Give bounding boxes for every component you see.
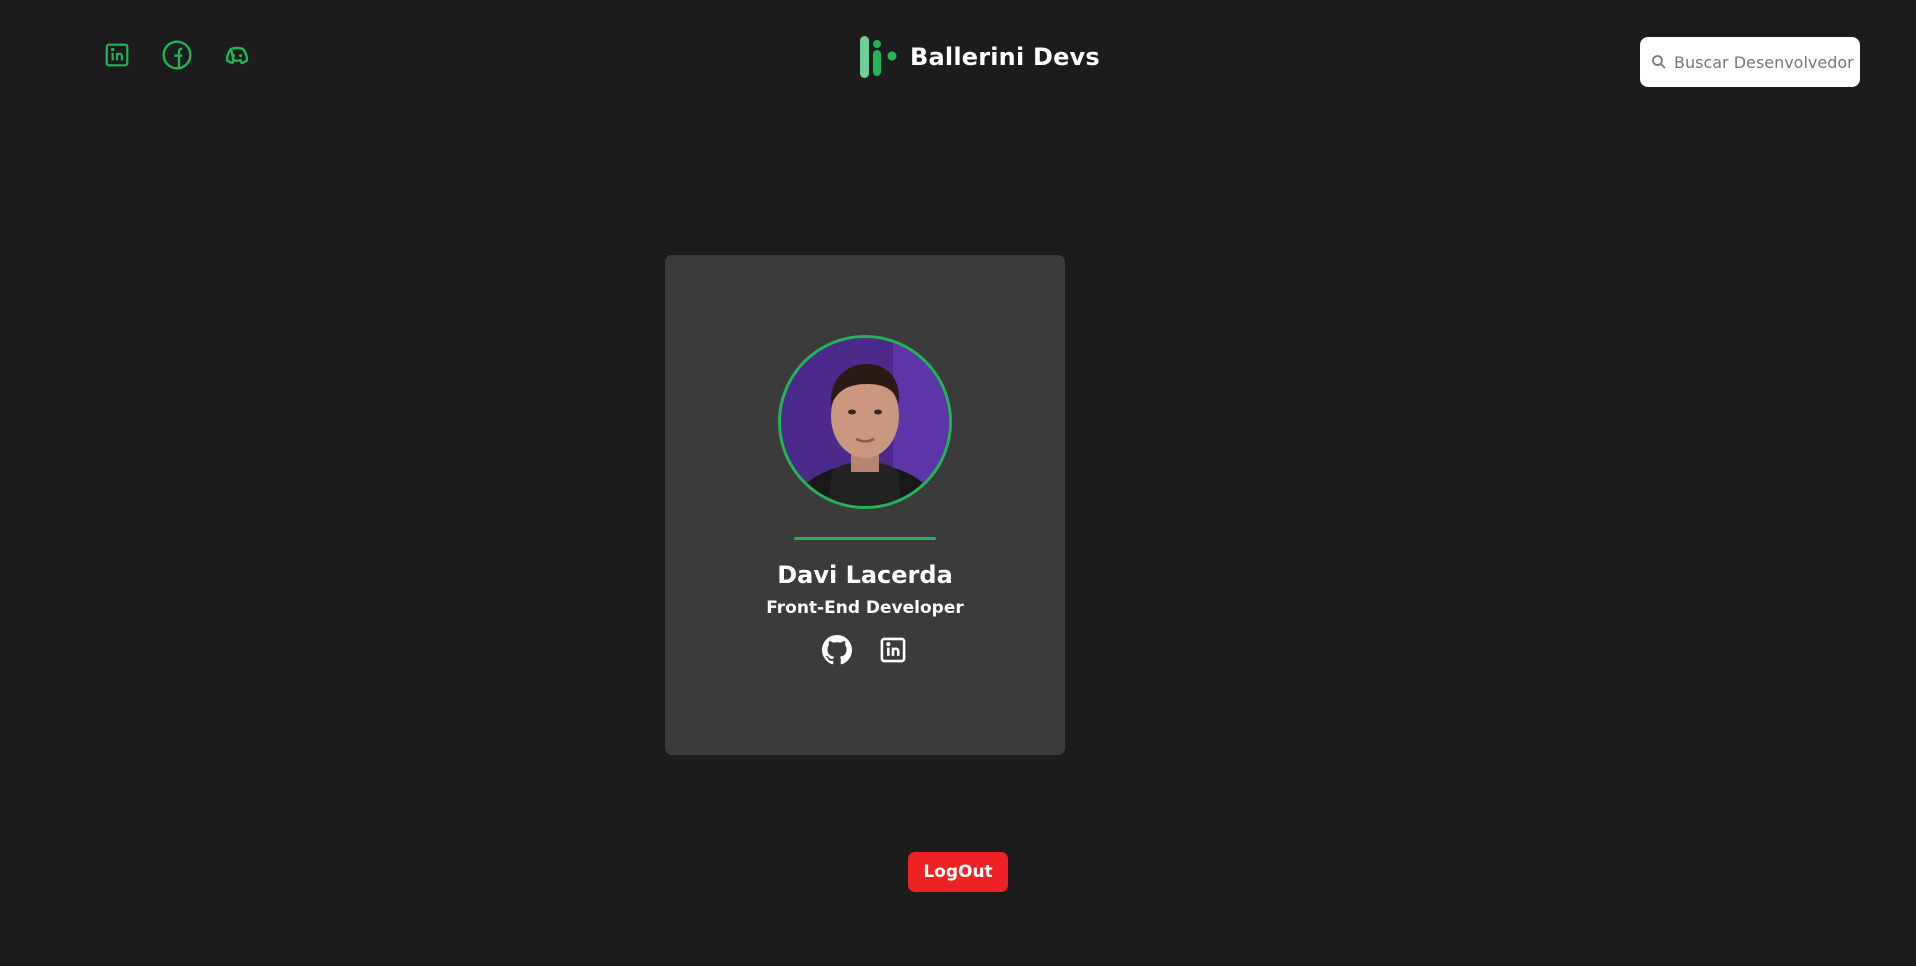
brand[interactable]: Ballerini Devs: [858, 34, 1100, 80]
search-icon: [1652, 55, 1666, 69]
discord-icon[interactable]: [220, 38, 254, 72]
facebook-icon[interactable]: [160, 38, 194, 72]
profile-name: Davi Lacerda: [777, 561, 953, 589]
ballerini-logo: [860, 36, 897, 78]
search-box[interactable]: [1640, 37, 1860, 87]
profile-card: Davi Lacerda Front-End Developer: [665, 255, 1065, 755]
github-icon[interactable]: [822, 635, 852, 665]
linkedin-icon[interactable]: [100, 38, 134, 72]
name-divider: [794, 537, 936, 540]
social-links: [100, 38, 254, 72]
profile-role: Front-End Developer: [766, 598, 964, 618]
header: Ballerini Devs: [0, 0, 1916, 110]
search-input[interactable]: [1674, 52, 1860, 72]
profile-links: [665, 635, 1065, 665]
linkedin-icon[interactable]: [878, 635, 908, 665]
logout-button[interactable]: LogOut: [908, 852, 1008, 892]
avatar-photo: [781, 338, 949, 506]
avatar: [778, 335, 952, 509]
brand-title: Ballerini Devs: [910, 43, 1100, 71]
